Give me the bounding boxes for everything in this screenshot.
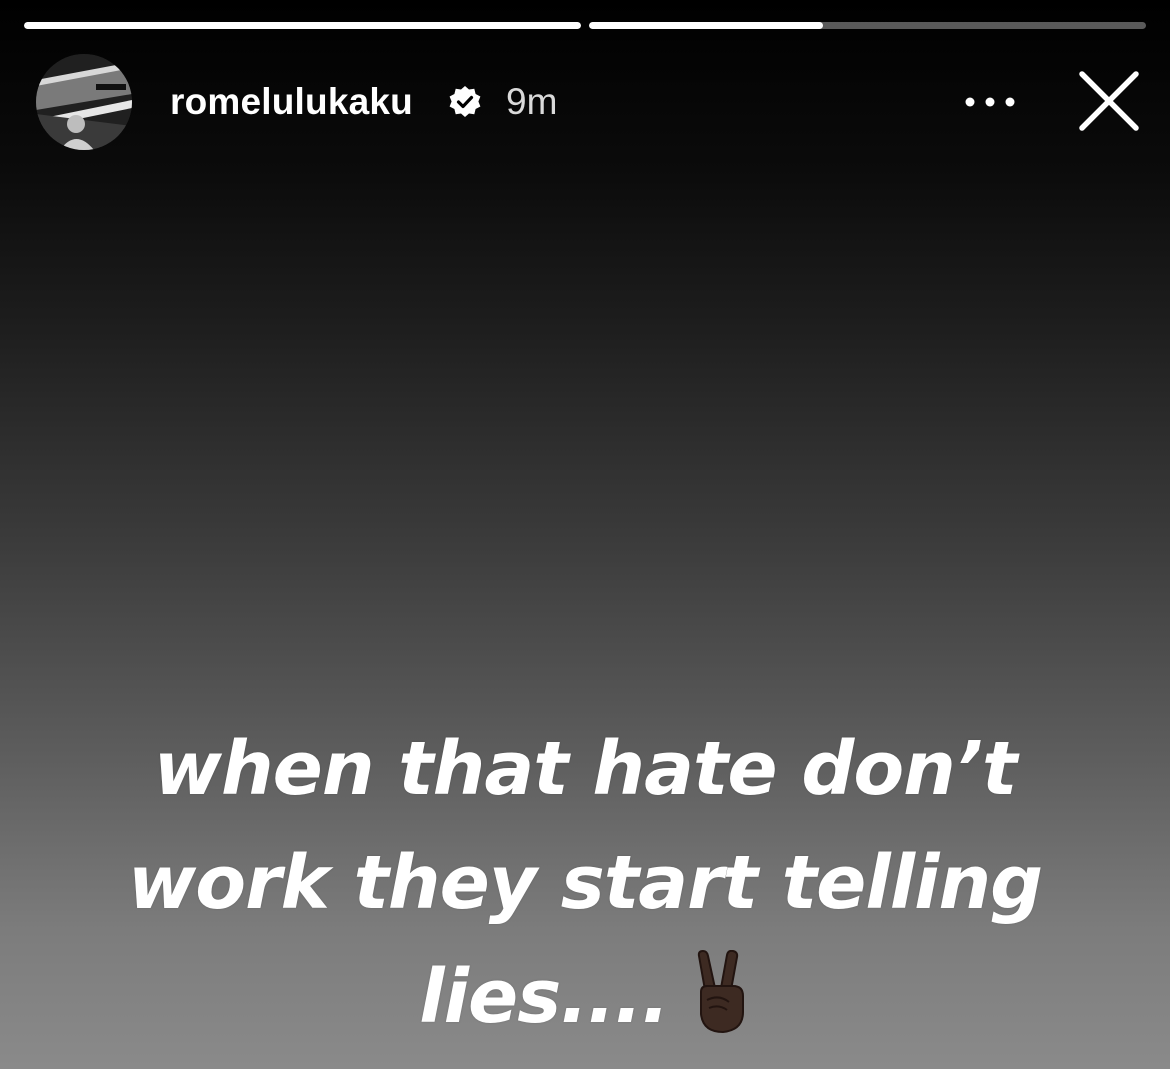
avatar[interactable]: [36, 54, 132, 150]
story-progress-segment: [24, 22, 581, 29]
story-progress-segment: [589, 22, 1146, 29]
more-options-button[interactable]: [960, 82, 1020, 122]
story-viewer[interactable]: romelulukaku 9m when that hate don’t wor…: [0, 0, 1170, 1069]
victory-hand-dark-skin-tone-icon: [697, 950, 744, 1034]
username[interactable]: romelulukaku: [170, 80, 413, 124]
profile-photo-icon: [36, 54, 132, 150]
caption-line: when that hate don’t: [153, 726, 1018, 812]
caption-line-last: lies....: [60, 940, 1110, 1054]
caption-line-text: lies....: [419, 954, 669, 1040]
story-timestamp: 9m: [506, 81, 558, 122]
story-caption: when that hate don’t work they start tel…: [60, 712, 1110, 1054]
close-icon: [1079, 71, 1139, 131]
story-header: romelulukaku 9m: [36, 52, 1146, 152]
story-progress-fill: [24, 22, 581, 29]
story-progress-bars: [24, 22, 1146, 29]
caption-line: work they start telling: [127, 840, 1043, 926]
close-button[interactable]: [1076, 68, 1142, 134]
more-horizontal-icon: [965, 97, 1015, 107]
story-progress-fill: [589, 22, 823, 29]
verified-badge-icon: [449, 86, 481, 117]
